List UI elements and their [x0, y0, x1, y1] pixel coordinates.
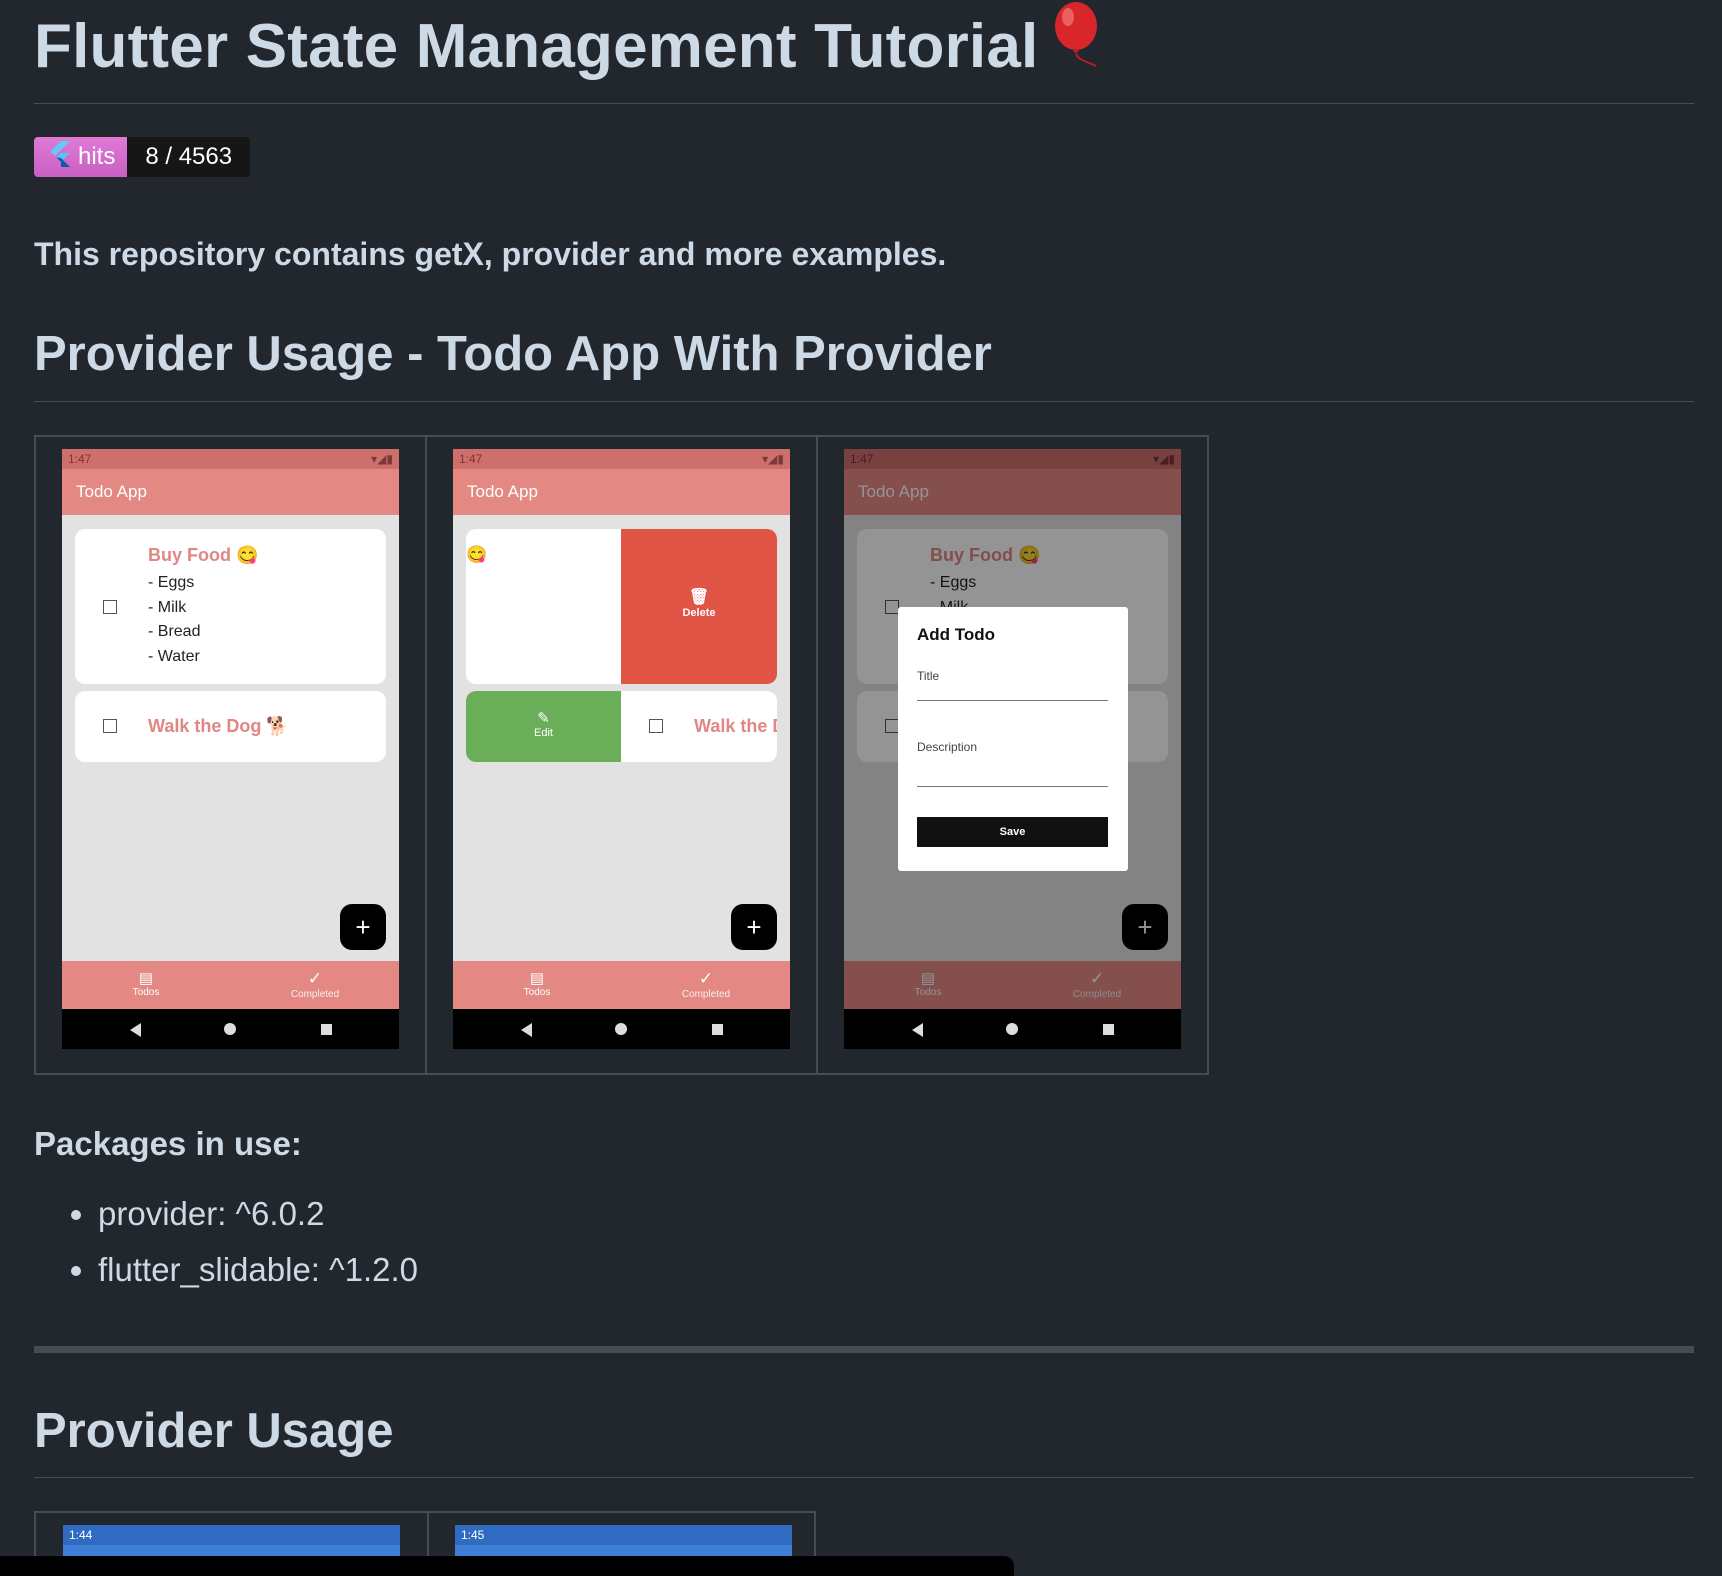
todo-title: Buy Food 😋	[148, 545, 259, 565]
title-field-label: Title	[917, 669, 940, 683]
todo-card[interactable]: Walk the Dog 🐕	[75, 691, 386, 762]
screenshot-cell: 1:47▾◢▮ Todo App Buy Food 😋 - Eggs- Milk…	[34, 435, 427, 1075]
tab-completed[interactable]: ✓ Completed	[651, 969, 761, 1000]
tab-todos[interactable]: ▤ Todos	[91, 969, 201, 998]
packages-heading: Packages in use:	[34, 1125, 302, 1162]
android-nav-bar	[844, 1009, 1181, 1049]
section-heading-provider-usage: Provider Usage	[34, 1404, 394, 1458]
todo-title: Walk the D	[694, 716, 777, 736]
phone-screenshot-slide: 1:47 ▾◢▮ Todo App 😋 🗑 Delete ✎ Edit Walk th…	[453, 449, 790, 1049]
title-divider	[34, 103, 1694, 104]
title-field[interactable]: Title	[917, 667, 1108, 701]
tab-completed[interactable]: ✓ Completed	[260, 969, 370, 1000]
todos-tab-icon: ▤	[138, 970, 154, 987]
phone-screenshot-list: 1:47 ▾◢▮ Todo App Buy Food 😋 - Eggs - Milk…	[62, 449, 399, 1049]
horizontal-rule	[34, 1346, 1694, 1353]
hits-count: 8 / 4563	[127, 137, 251, 177]
add-todo-dialog: Add Todo Title Description Save	[898, 607, 1128, 871]
todo-description: - Eggs- Milk- Bread- Water	[148, 574, 201, 665]
back-icon[interactable]	[912, 1023, 923, 1037]
recents-icon[interactable]	[1103, 1024, 1114, 1035]
home-icon[interactable]	[615, 1023, 627, 1035]
link-preview-bar	[0, 1556, 1014, 1576]
todo-card-slid[interactable]: 😋 🗑 Delete	[466, 529, 777, 684]
section-divider	[34, 401, 1694, 402]
app-bar-title: Todo App	[62, 469, 399, 515]
section-divider	[34, 1477, 1694, 1478]
screenshots-table: 1:47 ▾◢▮ Todo App Buy Food 😋 - Eggs - Milk…	[34, 435, 1209, 1075]
delete-action[interactable]: 🗑 Delete	[621, 529, 777, 684]
back-icon[interactable]	[130, 1023, 141, 1037]
hits-badge-label: hits	[34, 137, 128, 177]
todos-tab-icon: ▤	[529, 970, 545, 987]
todo-checkbox[interactable]	[649, 719, 663, 733]
section-heading-todo-app: Provider Usage - Todo App With Provider	[34, 327, 992, 381]
list-item: provider: ^6.0.2	[98, 1196, 418, 1232]
repo-description: This repository contains getX, provider …	[34, 236, 947, 272]
description-field-label: Description	[917, 740, 978, 754]
edit-action[interactable]: ✎ Edit	[466, 691, 621, 762]
todo-checkbox[interactable]	[103, 600, 117, 614]
balloon-icon	[1052, 0, 1104, 93]
home-icon[interactable]	[1006, 1023, 1018, 1035]
home-icon[interactable]	[224, 1023, 236, 1035]
add-todo-fab[interactable]: +	[731, 904, 777, 950]
trash-icon: 🗑	[688, 589, 710, 606]
android-nav-bar	[453, 1009, 790, 1049]
page-title: Flutter State Management Tutorial	[34, 2, 1104, 97]
hits-label: hits	[78, 143, 116, 170]
todo-card[interactable]: Buy Food 😋 - Eggs- Milk- Bread- Water	[75, 529, 386, 684]
save-button[interactable]: Save	[917, 817, 1108, 847]
recents-icon[interactable]	[321, 1024, 332, 1035]
tab-todos[interactable]: ▤ Todos	[482, 969, 592, 998]
back-icon[interactable]	[521, 1023, 532, 1037]
hits-badge[interactable]: hits 8 / 4563	[34, 137, 251, 177]
todo-title: Walk the Dog 🐕	[148, 716, 289, 736]
dialog-title: Add Todo	[917, 625, 996, 644]
todo-checkbox[interactable]	[103, 719, 117, 733]
todo-card-slid[interactable]: ✎ Edit Walk the D	[466, 691, 777, 762]
list-item: flutter_slidable: ^1.2.0	[98, 1252, 418, 1288]
app-bar-title: Todo App	[453, 469, 790, 515]
check-icon: ✓	[307, 969, 323, 988]
check-icon: ✓	[698, 969, 714, 988]
bottom-nav-bar: ▤ Todos ✓ Completed	[453, 961, 790, 1009]
todo-title-emoji: 😋	[466, 545, 488, 564]
recents-icon[interactable]	[712, 1024, 723, 1035]
android-nav-bar	[62, 1009, 399, 1049]
phone-screenshot-dialog: 1:47▾◢▮ Todo App Buy Food 😋 - Eggs- Milk…	[844, 449, 1181, 1049]
add-todo-fab[interactable]: +	[340, 904, 386, 950]
screenshot-cell: 1:47 ▾◢▮ Todo App 😋 🗑 Delete ✎ Edit Walk th…	[425, 435, 818, 1075]
bottom-nav-bar: ▤ Todos ✓ Completed	[62, 961, 399, 1009]
status-bar: 1:47 ▾◢▮	[453, 449, 790, 469]
flutter-logo-icon	[48, 140, 70, 174]
packages-list: provider: ^6.0.2 flutter_slidable: ^1.2.…	[34, 1196, 418, 1308]
screenshot-cell: 1:47▾◢▮ Todo App Buy Food 😋 - Eggs- Milk…	[816, 435, 1209, 1075]
pencil-icon: ✎	[537, 710, 550, 727]
description-field[interactable]: Description	[917, 738, 1108, 787]
status-bar: 1:47 ▾◢▮	[62, 449, 399, 469]
